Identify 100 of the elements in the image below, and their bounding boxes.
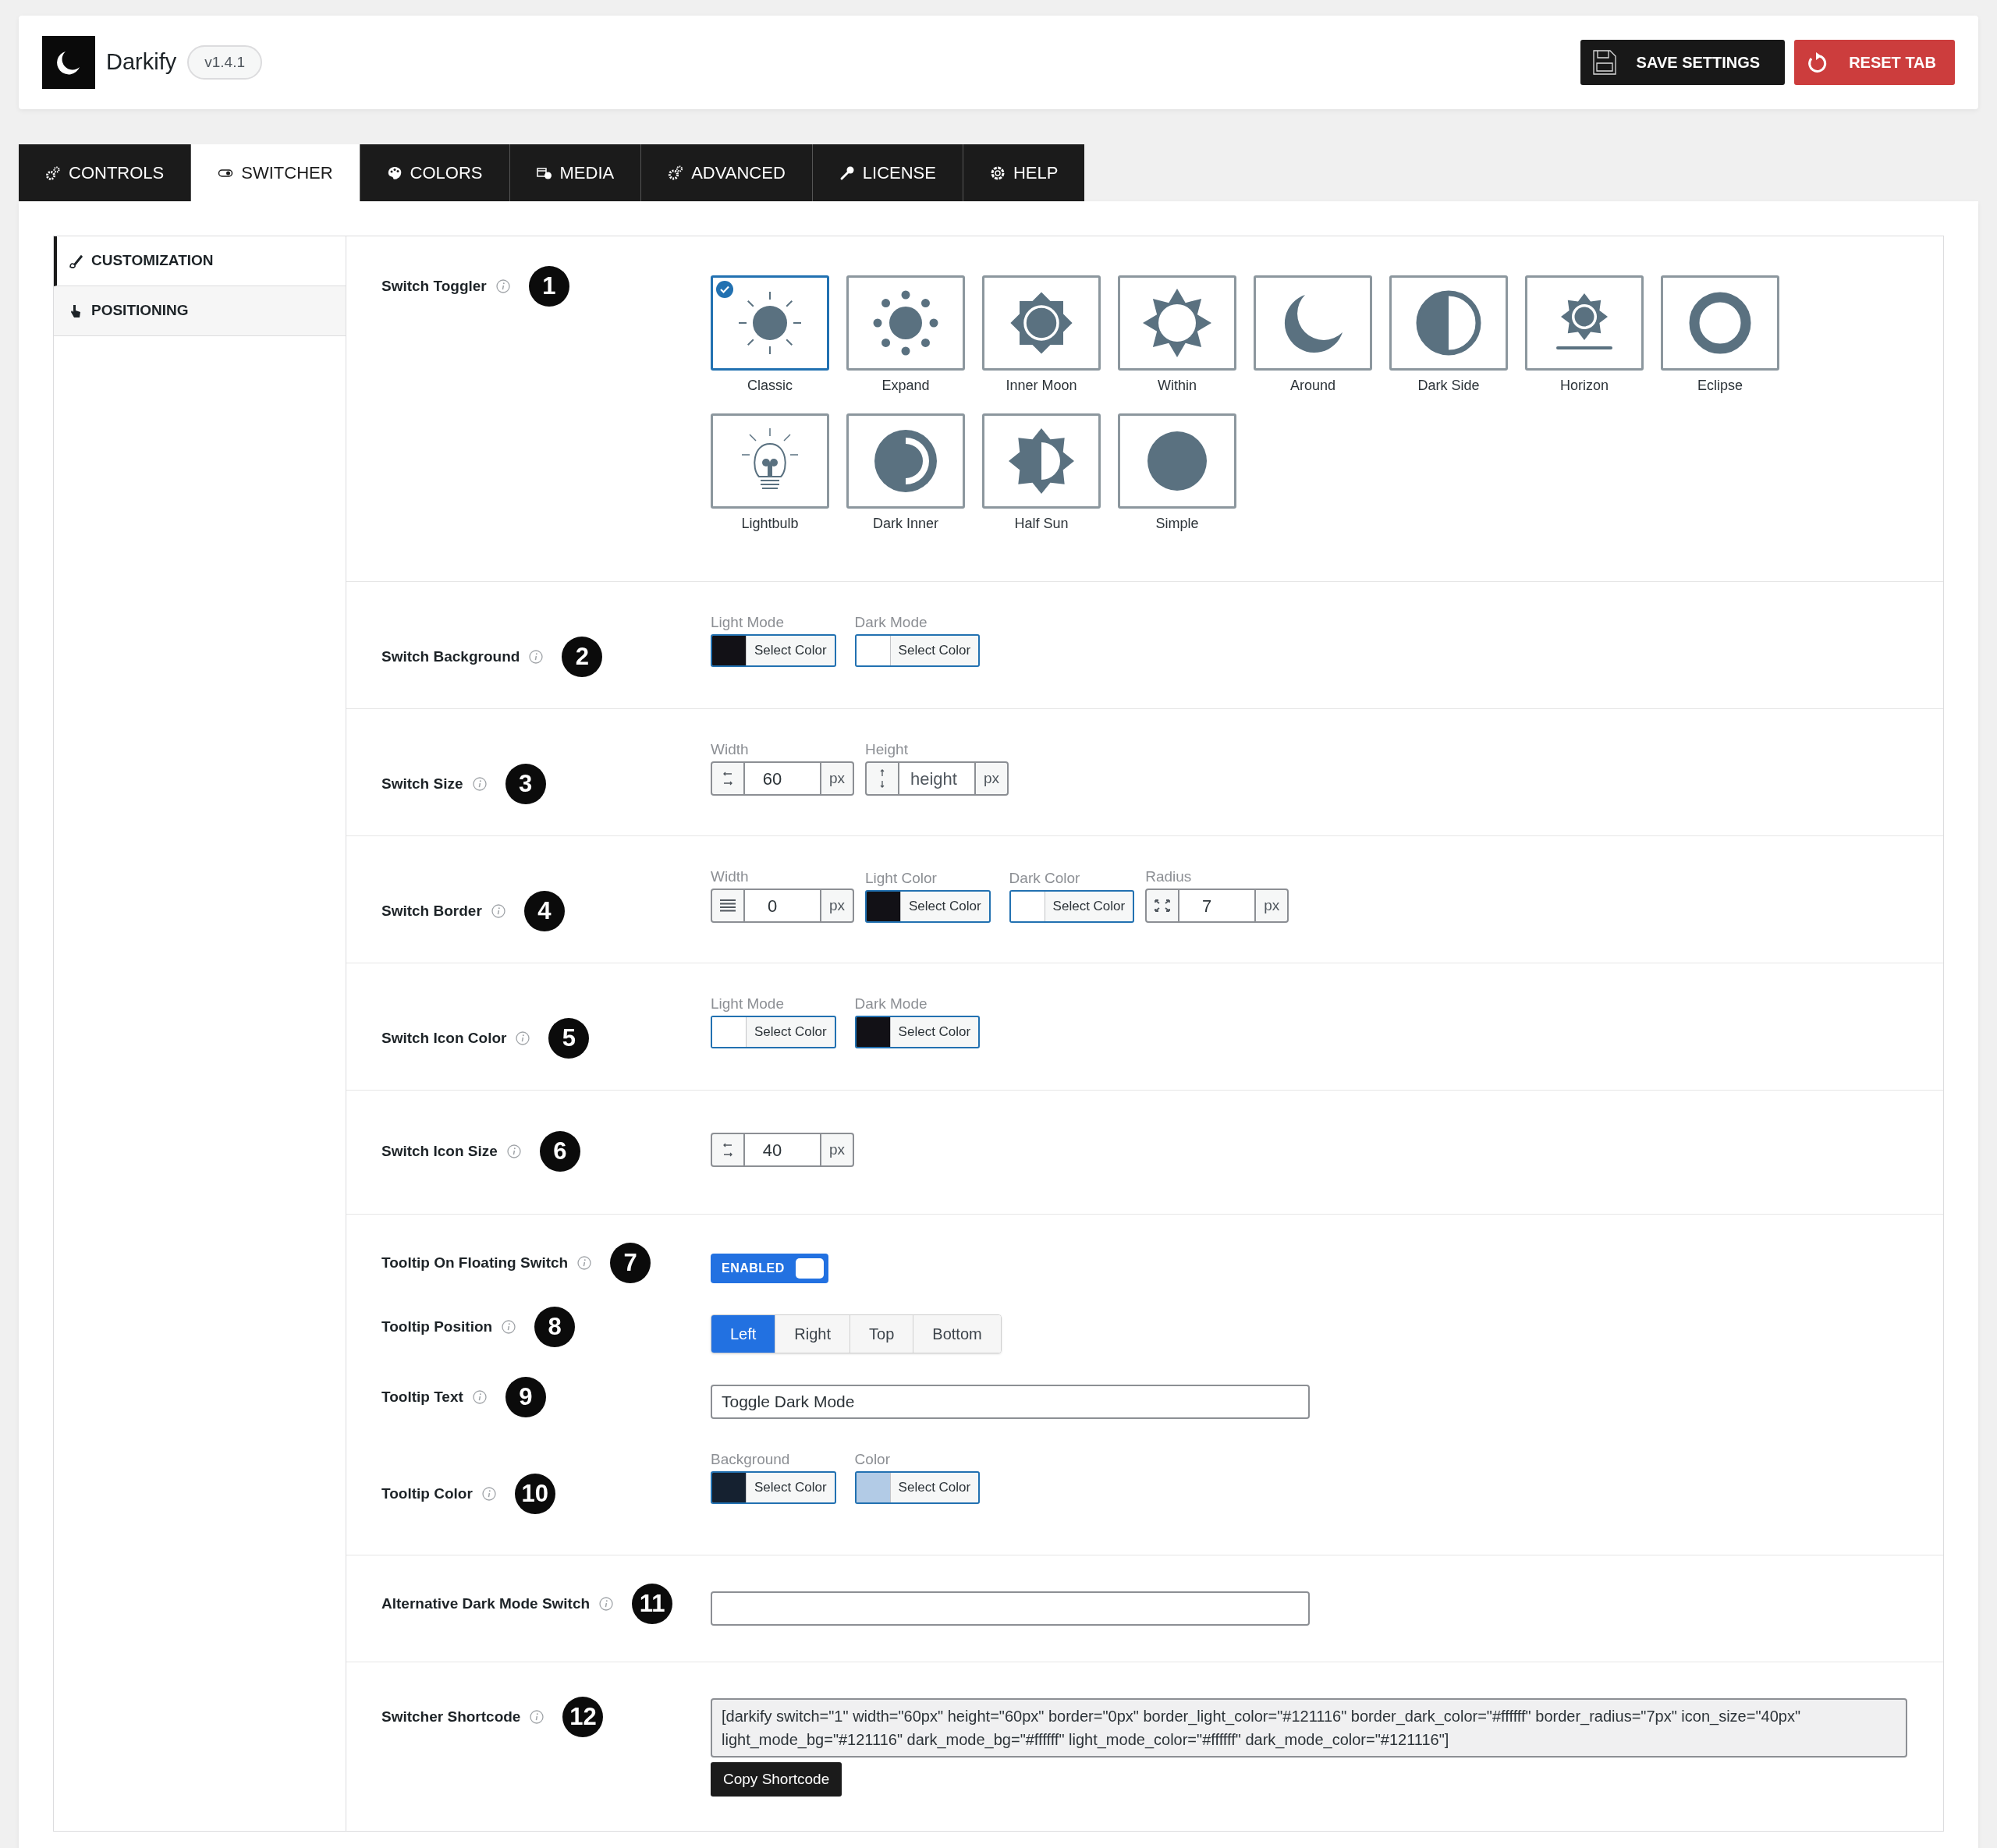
sidebar-item[interactable]: POSITIONING <box>54 286 346 336</box>
toggler-option-label: Expand <box>881 377 930 395</box>
toggler-option-label: Classic <box>747 377 793 395</box>
toggler-option-label: Lightbulb <box>741 515 799 533</box>
position-option[interactable]: Top <box>850 1315 913 1353</box>
color-picker-button[interactable]: Select Color <box>865 890 991 923</box>
setting-label: Tooltip Position <box>381 1317 493 1336</box>
setting-label: Switch Background <box>381 647 520 666</box>
unit-label: px <box>820 761 854 796</box>
version-badge: v1.4.1 <box>187 44 262 80</box>
nav-tab[interactable]: HELP <box>962 144 1085 201</box>
text-input[interactable]: Toggle Dark Mode <box>711 1385 1310 1419</box>
color-picker-button[interactable]: Select Color <box>854 1471 981 1504</box>
horizontal-arrows-icon <box>722 770 733 787</box>
info-icon <box>529 650 544 664</box>
step-number-badge: 2 <box>562 637 603 677</box>
number-input[interactable]: 60 <box>745 761 820 796</box>
toggler-option-label: Inner Moon <box>1006 377 1077 395</box>
field-label: Radius <box>1145 867 1193 886</box>
setting-label: Switch Border <box>381 901 482 920</box>
field-label: Light Color <box>865 869 938 888</box>
check-icon <box>716 281 733 298</box>
lifebuoy-icon <box>989 165 1006 181</box>
step-number-badge: 11 <box>632 1584 673 1624</box>
toggler-option[interactable] <box>846 413 965 509</box>
info-icon <box>506 1144 521 1158</box>
field-label: Background <box>711 1450 791 1469</box>
sidebar-item[interactable]: CUSTOMIZATION <box>54 236 346 286</box>
toggler-option-label: Dark Inner <box>872 515 938 533</box>
palette-icon <box>386 165 403 181</box>
toggler-option[interactable] <box>1254 275 1372 371</box>
lines-icon <box>719 899 736 913</box>
color-picker-button[interactable]: Select Color <box>854 634 981 667</box>
shortcode-textarea[interactable]: [darkify switch="1" width="60px" height="60px" border="0px" border_light_color="#121116" border_dark_color="#ffffff" border_radius="7px" icon_size="40px" light_mode_bg="#121116" dark_mode_bg="#ffffff" light_mode_color="#ffffff" dark_mode_color="#121116"] <box>711 1698 1907 1758</box>
setting-label: Tooltip Text <box>381 1387 463 1406</box>
step-number-badge: 10 <box>514 1474 555 1514</box>
number-input[interactable]: 40 <box>745 1133 820 1167</box>
step-number-badge: 1 <box>528 266 569 307</box>
moon-logo-icon <box>42 36 95 89</box>
step-number-badge: 3 <box>505 764 546 804</box>
number-input[interactable]: 7 <box>1179 889 1255 923</box>
toggler-option[interactable] <box>1389 275 1508 371</box>
toggler-option[interactable] <box>982 413 1101 509</box>
nav-tab[interactable]: SWITCHER <box>190 144 360 201</box>
field-label: Height <box>865 740 909 759</box>
position-option[interactable]: Right <box>775 1315 850 1353</box>
gears-icon <box>668 165 684 181</box>
info-icon <box>495 279 510 293</box>
setting-label: Switcher Shortcode <box>381 1707 521 1726</box>
toggler-option-label: Eclipse <box>1697 377 1743 395</box>
info-icon <box>491 904 505 918</box>
color-picker-button[interactable]: Select Color <box>711 1016 836 1048</box>
toggler-option-label: Within <box>1158 377 1197 395</box>
reset-tab-button[interactable]: RESET TAB <box>1794 40 1955 85</box>
setting-label: Tooltip Color <box>381 1484 473 1503</box>
toggle-knob <box>795 1258 824 1279</box>
color-picker-button[interactable]: Select Color <box>1009 890 1135 923</box>
toggler-option[interactable] <box>982 275 1101 371</box>
color-picker-button[interactable]: Select Color <box>854 1016 981 1048</box>
number-input[interactable]: height <box>899 761 974 796</box>
gears-icon <box>45 165 61 181</box>
toggler-option-label: Simple <box>1155 515 1199 533</box>
step-number-badge: 9 <box>505 1377 546 1417</box>
toggler-option[interactable] <box>711 275 829 371</box>
color-picker-button[interactable]: Select Color <box>711 1471 836 1504</box>
copy-shortcode-button[interactable]: Copy Shortcode <box>711 1762 842 1797</box>
horizontal-arrows-icon <box>722 1141 733 1158</box>
info-icon <box>577 1256 592 1270</box>
step-number-badge: 5 <box>548 1018 590 1059</box>
toggler-option[interactable] <box>846 275 965 371</box>
unit-label: px <box>820 1133 854 1167</box>
field-label: Light Mode <box>711 995 785 1013</box>
toggler-option[interactable] <box>1525 275 1644 371</box>
brush-icon <box>68 253 83 269</box>
setting-label: Switch Size <box>381 774 463 793</box>
save-settings-button[interactable]: SAVE SETTINGS <box>1580 40 1786 85</box>
field-label: Width <box>711 740 750 759</box>
setting-label: Switch Toggler <box>381 276 487 296</box>
info-icon <box>472 1390 487 1404</box>
expand-corners-icon <box>1154 899 1172 913</box>
toggler-option[interactable] <box>1118 275 1236 371</box>
setting-label: Switch Icon Size <box>381 1141 498 1161</box>
enabled-toggle[interactable]: ENABLED <box>711 1254 828 1283</box>
step-number-badge: 8 <box>534 1307 576 1347</box>
step-number-badge: 4 <box>523 891 565 931</box>
position-option[interactable]: Bottom <box>913 1315 1001 1353</box>
field-label: Width <box>711 867 750 886</box>
color-picker-button[interactable]: Select Color <box>711 634 836 667</box>
toggler-option[interactable] <box>1661 275 1779 371</box>
toggler-option-label: Horizon <box>1560 377 1609 395</box>
field-label: Dark Mode <box>854 995 928 1013</box>
number-input[interactable]: 0 <box>745 889 820 923</box>
text-input[interactable] <box>711 1591 1310 1626</box>
toggler-option-label: Around <box>1289 377 1335 395</box>
position-option[interactable]: Left <box>711 1315 775 1353</box>
toggler-option[interactable] <box>1118 413 1236 509</box>
app-title: Darkify <box>106 48 177 76</box>
unit-label: px <box>974 761 1009 796</box>
toggler-option[interactable] <box>711 413 829 509</box>
field-label: Color <box>854 1450 891 1469</box>
